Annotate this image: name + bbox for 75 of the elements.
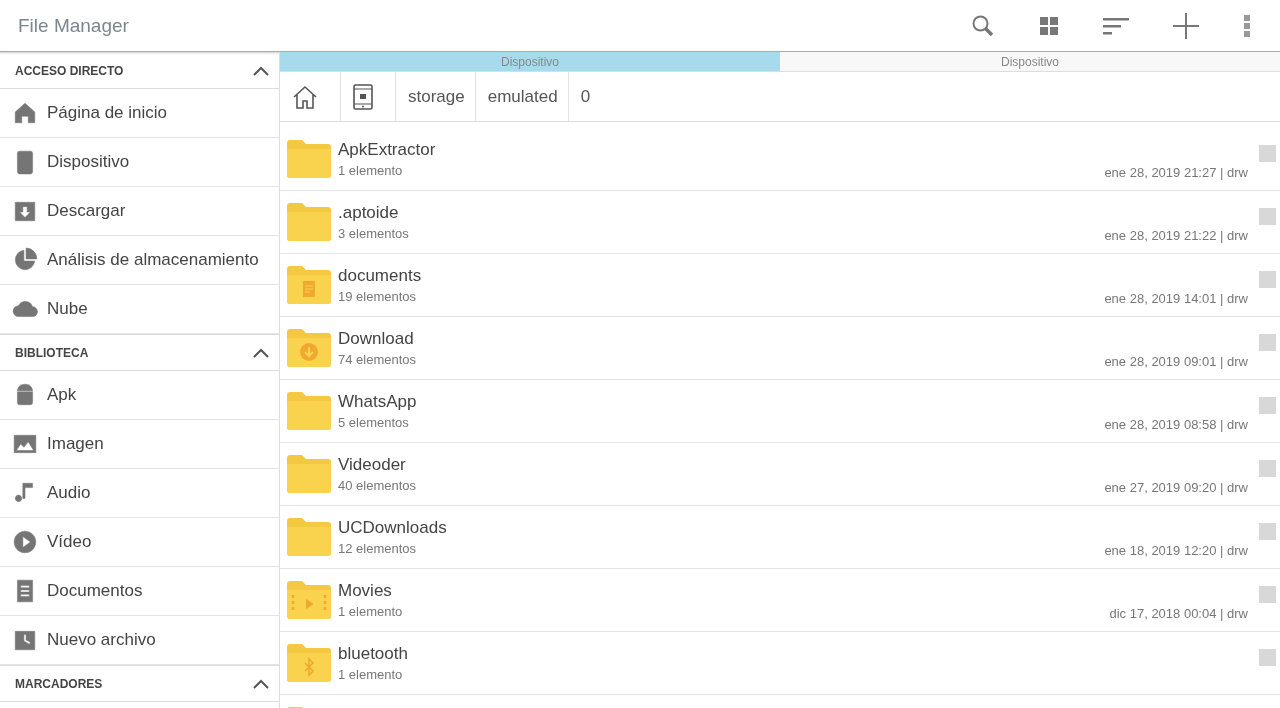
sidebar-item[interactable]: Vídeo [0, 518, 279, 567]
item-count: 1 elemento [338, 667, 404, 682]
tablet-icon[interactable] [353, 83, 373, 110]
section-header: ACCESO DIRECTO [15, 63, 124, 78]
item-count: 12 elementos [338, 541, 418, 556]
folder-name[interactable]: bluetooth [338, 644, 1248, 664]
checkbox[interactable] [1259, 144, 1276, 162]
modified-date: ene 27, 2019 09:20 | drw [1104, 480, 1248, 495]
folder-icon [287, 328, 331, 368]
modified-date: ene 28, 2019 09:01 | drw [1104, 354, 1248, 369]
folder-name[interactable]: Movies [338, 581, 1110, 601]
modified-date: ene 28, 2019 08:58 | drw [1104, 417, 1248, 432]
folder-name[interactable]: UCDownloads [338, 518, 1105, 538]
folder-name[interactable]: documents [338, 266, 1105, 286]
chevron-icon[interactable] [253, 65, 269, 76]
folder-icon [287, 454, 331, 494]
more-icon[interactable] [1243, 14, 1251, 37]
folder-icon [287, 580, 331, 620]
folder-name[interactable]: Download [338, 329, 1105, 349]
checkbox[interactable] [1259, 648, 1276, 666]
sidebar-item[interactable]: Documentos [0, 567, 279, 616]
checkbox[interactable] [1259, 396, 1276, 414]
grid-view-icon[interactable] [1039, 15, 1059, 36]
folder-icon [287, 517, 331, 557]
breadcrumb-item[interactable]: emulated [475, 72, 569, 121]
sidebar-item[interactable]: Nuevo archivo [0, 616, 279, 665]
folder-icon [287, 202, 331, 242]
item-count: 5 elementos [338, 415, 410, 430]
modified-date: ene 28, 2019 21:22 | drw [1104, 228, 1248, 243]
checkbox[interactable] [1259, 585, 1276, 603]
checkbox[interactable] [1259, 522, 1276, 540]
item-count: 1 elemento [338, 163, 404, 178]
folder-icon [287, 391, 331, 431]
folder-icon [287, 643, 331, 683]
sidebar-icon [12, 247, 38, 273]
item-count: 19 elementos [338, 289, 418, 304]
breadcrumb-item[interactable]: storage [396, 72, 476, 121]
sidebar-icon [12, 529, 38, 555]
folder-icon [287, 139, 331, 179]
item-count: 3 elementos [338, 226, 410, 241]
sidebar-item[interactable]: Análisis de almacenamiento [0, 236, 279, 285]
item-count: 40 elementos [338, 478, 418, 493]
folder-name[interactable]: ApkExtractor [338, 140, 1105, 160]
app-title: File Manager [18, 14, 129, 37]
sidebar-item[interactable]: Descargar [0, 187, 279, 236]
folder-name[interactable]: Videoder [338, 455, 1105, 475]
checkbox[interactable] [1259, 270, 1276, 288]
sidebar-item[interactable]: Apk [0, 371, 279, 420]
folder-icon [287, 265, 331, 305]
chevron-icon[interactable] [253, 347, 269, 358]
sidebar-icon [12, 100, 38, 126]
sidebar-item[interactable]: Dispositivo [0, 138, 279, 187]
modified-date: ene 18, 2019 12:20 | drw [1104, 543, 1248, 558]
modified-date: ene 28, 2019 21:27 | drw [1104, 165, 1248, 180]
section-header: BIBLIOTECA [15, 345, 89, 360]
modified-date: ene 28, 2019 14:01 | drw [1104, 291, 1248, 306]
search-icon[interactable] [971, 13, 995, 38]
item-count: 74 elementos [338, 352, 418, 367]
checkbox[interactable] [1259, 207, 1276, 225]
plus-icon[interactable] [1173, 12, 1199, 39]
section-header: MARCADORES [15, 676, 103, 691]
checkbox[interactable] [1259, 459, 1276, 477]
chevron-icon[interactable] [253, 678, 269, 689]
modified-date: dic 17, 2018 00:04 | drw [1109, 606, 1248, 621]
home-icon[interactable] [292, 83, 318, 110]
item-count: 1 elemento [338, 604, 404, 619]
sort-icon[interactable] [1103, 15, 1129, 36]
checkbox[interactable] [1259, 333, 1276, 351]
sidebar-item[interactable]: Audio [0, 469, 279, 518]
folder-name[interactable]: WhatsApp [338, 392, 1105, 412]
breadcrumb-item[interactable]: 0 [568, 72, 601, 121]
sidebar-item[interactable]: Imagen [0, 420, 279, 469]
folder-name[interactable]: .aptoide [338, 203, 1105, 223]
sidebar-item[interactable]: Nube [0, 285, 279, 334]
sidebar-item[interactable]: Página de inicio [0, 89, 279, 138]
